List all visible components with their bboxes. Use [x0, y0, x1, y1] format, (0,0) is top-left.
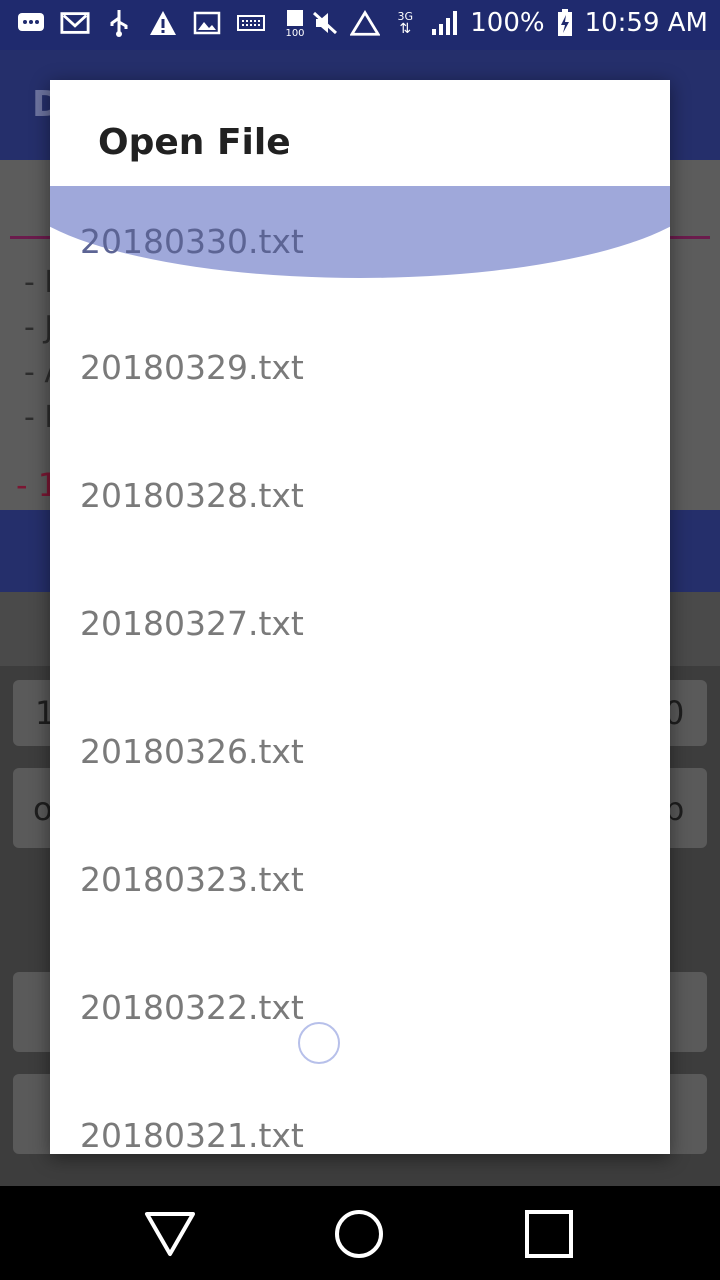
- recents-square-icon[interactable]: [519, 1204, 579, 1264]
- usb-icon: [104, 8, 134, 38]
- file-name: 20180327.txt: [80, 604, 304, 643]
- svg-text:100: 100: [285, 28, 304, 38]
- warning-icon: [148, 8, 178, 38]
- file-list[interactable]: 20180330.txt 20180329.txt 20180328.txt 2…: [50, 186, 670, 1154]
- file-name: 20180321.txt: [80, 1116, 304, 1154]
- home-circle-icon[interactable]: [329, 1204, 389, 1264]
- status-bar: 100 3G ⇅ 100% 10:59 AM: [0, 0, 720, 50]
- file-item[interactable]: 20180327.txt: [50, 570, 670, 698]
- file-name: 20180326.txt: [80, 732, 304, 771]
- file-name: 20180323.txt: [80, 860, 304, 899]
- keyboard-icon: [236, 8, 266, 38]
- mute-icon: [310, 8, 340, 38]
- open-file-dialog: Open File 20180330.txt 20180329.txt 2018…: [50, 80, 670, 1154]
- status-right: 3G ⇅ 100% 10:59 AM: [310, 8, 708, 38]
- notification-icons: 100: [16, 8, 310, 38]
- network-3g-icon: 3G ⇅: [397, 10, 413, 37]
- file-item[interactable]: 20180322.txt: [50, 954, 670, 1082]
- dialog-title: Open File: [98, 122, 291, 163]
- touch-indicator-icon: [298, 1022, 340, 1064]
- file-item[interactable]: 20180326.txt: [50, 698, 670, 826]
- image-icon: [192, 8, 222, 38]
- file-item[interactable]: 20180330.txt: [50, 186, 670, 314]
- clock: 10:59 AM: [584, 8, 708, 38]
- battery-percent: 100%: [470, 8, 545, 38]
- file-name: 20180329.txt: [80, 348, 304, 387]
- signal-icon: [430, 8, 460, 38]
- file-name: 20180322.txt: [80, 988, 304, 1027]
- storage-100-icon: 100: [280, 8, 310, 38]
- back-triangle-icon[interactable]: [140, 1204, 200, 1264]
- file-item[interactable]: 20180321.txt: [50, 1082, 670, 1154]
- file-item[interactable]: 20180323.txt: [50, 826, 670, 954]
- data-saver-icon: [350, 8, 381, 38]
- file-name: 20180330.txt: [80, 222, 304, 261]
- file-name: 20180328.txt: [80, 476, 304, 515]
- navigation-bar: [0, 1186, 720, 1280]
- file-item[interactable]: 20180328.txt: [50, 442, 670, 570]
- gmail-icon: [60, 8, 90, 38]
- file-item[interactable]: 20180329.txt: [50, 314, 670, 442]
- battery-charging-icon: [555, 8, 575, 38]
- message-icon: [16, 8, 46, 38]
